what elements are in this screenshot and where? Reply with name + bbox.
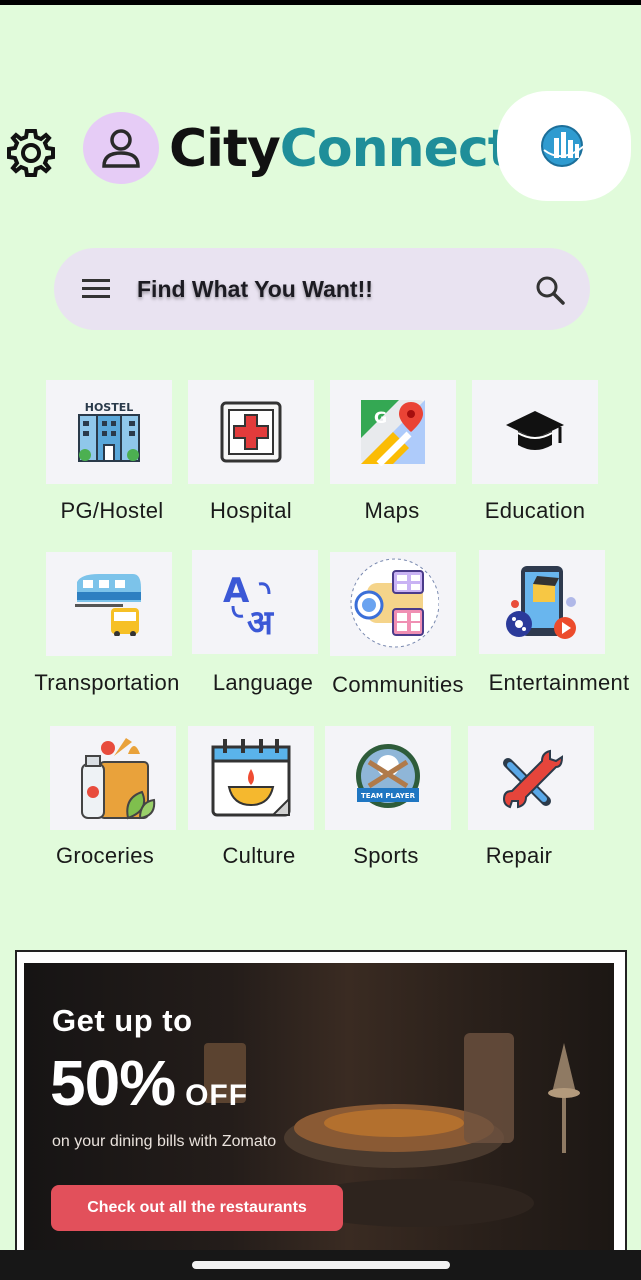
category-label[interactable]: Hospital xyxy=(188,498,314,524)
city-logo xyxy=(497,91,631,201)
category-tile-transportation[interactable] xyxy=(46,552,172,656)
category-label[interactable]: Entertainment xyxy=(476,670,641,696)
category-tile-culture[interactable] xyxy=(188,726,314,830)
category-tile-education[interactable] xyxy=(472,380,598,484)
category-label[interactable]: Transportation xyxy=(18,670,196,696)
sports-icon: TEAM PLAYER xyxy=(356,744,420,808)
hostel-sign-text: HOSTEL xyxy=(85,401,134,414)
promo-subtitle: on your dining bills with Zomato xyxy=(52,1133,277,1150)
maps-letter-text: G xyxy=(374,408,387,427)
transportation-icon xyxy=(75,574,141,636)
communities-icon xyxy=(350,558,439,648)
sports-badge-text: TEAM PLAYER xyxy=(361,792,416,800)
education-icon xyxy=(506,411,564,450)
maps-icon: G xyxy=(361,400,425,466)
category-label[interactable]: Language xyxy=(203,670,323,696)
category-label[interactable]: Education xyxy=(470,498,600,524)
city-globe-icon xyxy=(541,125,585,167)
search-placeholder[interactable]: Find What You Want!! xyxy=(137,248,373,330)
hostel-icon: HOSTEL xyxy=(78,401,140,462)
settings-gear-icon[interactable] xyxy=(4,126,58,180)
home-gesture-handle[interactable] xyxy=(192,1261,450,1269)
category-label[interactable]: Culture xyxy=(200,843,318,869)
language-a-text: A xyxy=(223,571,250,611)
category-tile-language[interactable]: A अ xyxy=(192,550,318,654)
category-tile-repair[interactable] xyxy=(468,726,594,830)
category-label[interactable]: Groceries xyxy=(46,843,164,869)
avatar[interactable] xyxy=(83,112,159,184)
person-icon xyxy=(102,129,140,168)
category-tile-communities[interactable] xyxy=(330,552,456,656)
promo-banner[interactable]: Get up to 50% OFF on your dining bills wi… xyxy=(24,963,614,1263)
search-icon[interactable] xyxy=(534,274,566,306)
promo-discount: 50% OFF xyxy=(50,1046,248,1120)
search-bar[interactable]: Find What You Want!! xyxy=(54,248,590,330)
system-nav-bar xyxy=(0,1250,641,1280)
category-tile-sports[interactable]: TEAM PLAYER xyxy=(325,726,451,830)
repair-icon xyxy=(502,749,564,809)
brand-part2: Connect xyxy=(279,119,513,179)
category-tile-hospital[interactable] xyxy=(188,380,314,484)
restaurants-button[interactable]: Check out all the restaurants xyxy=(51,1185,343,1231)
groceries-icon xyxy=(81,738,156,820)
brand-part1: City xyxy=(169,119,281,179)
status-bar-line xyxy=(0,0,641,5)
hospital-icon xyxy=(220,401,282,463)
category-label[interactable]: Sports xyxy=(326,843,446,869)
category-tile-pg-hostel[interactable]: HOSTEL xyxy=(46,380,172,484)
category-label[interactable]: PG/Hostel xyxy=(46,498,178,524)
promo-line1: Get up to xyxy=(52,1003,193,1038)
menu-icon[interactable] xyxy=(82,276,110,302)
app-title: CityConnect xyxy=(169,114,513,184)
entertainment-icon xyxy=(506,566,576,639)
category-tile-maps[interactable]: G xyxy=(330,380,456,484)
culture-icon xyxy=(211,739,291,817)
category-tile-entertainment[interactable] xyxy=(479,550,605,654)
language-icon: A अ xyxy=(223,571,275,638)
language-hindi-text: अ xyxy=(247,603,275,638)
category-label[interactable]: Repair xyxy=(462,843,576,869)
category-label[interactable]: Communities xyxy=(322,672,474,698)
promo-percent: 50% xyxy=(50,1047,176,1119)
category-label[interactable]: Maps xyxy=(330,498,454,524)
category-tile-groceries[interactable] xyxy=(50,726,176,830)
promo-off: OFF xyxy=(185,1079,249,1112)
